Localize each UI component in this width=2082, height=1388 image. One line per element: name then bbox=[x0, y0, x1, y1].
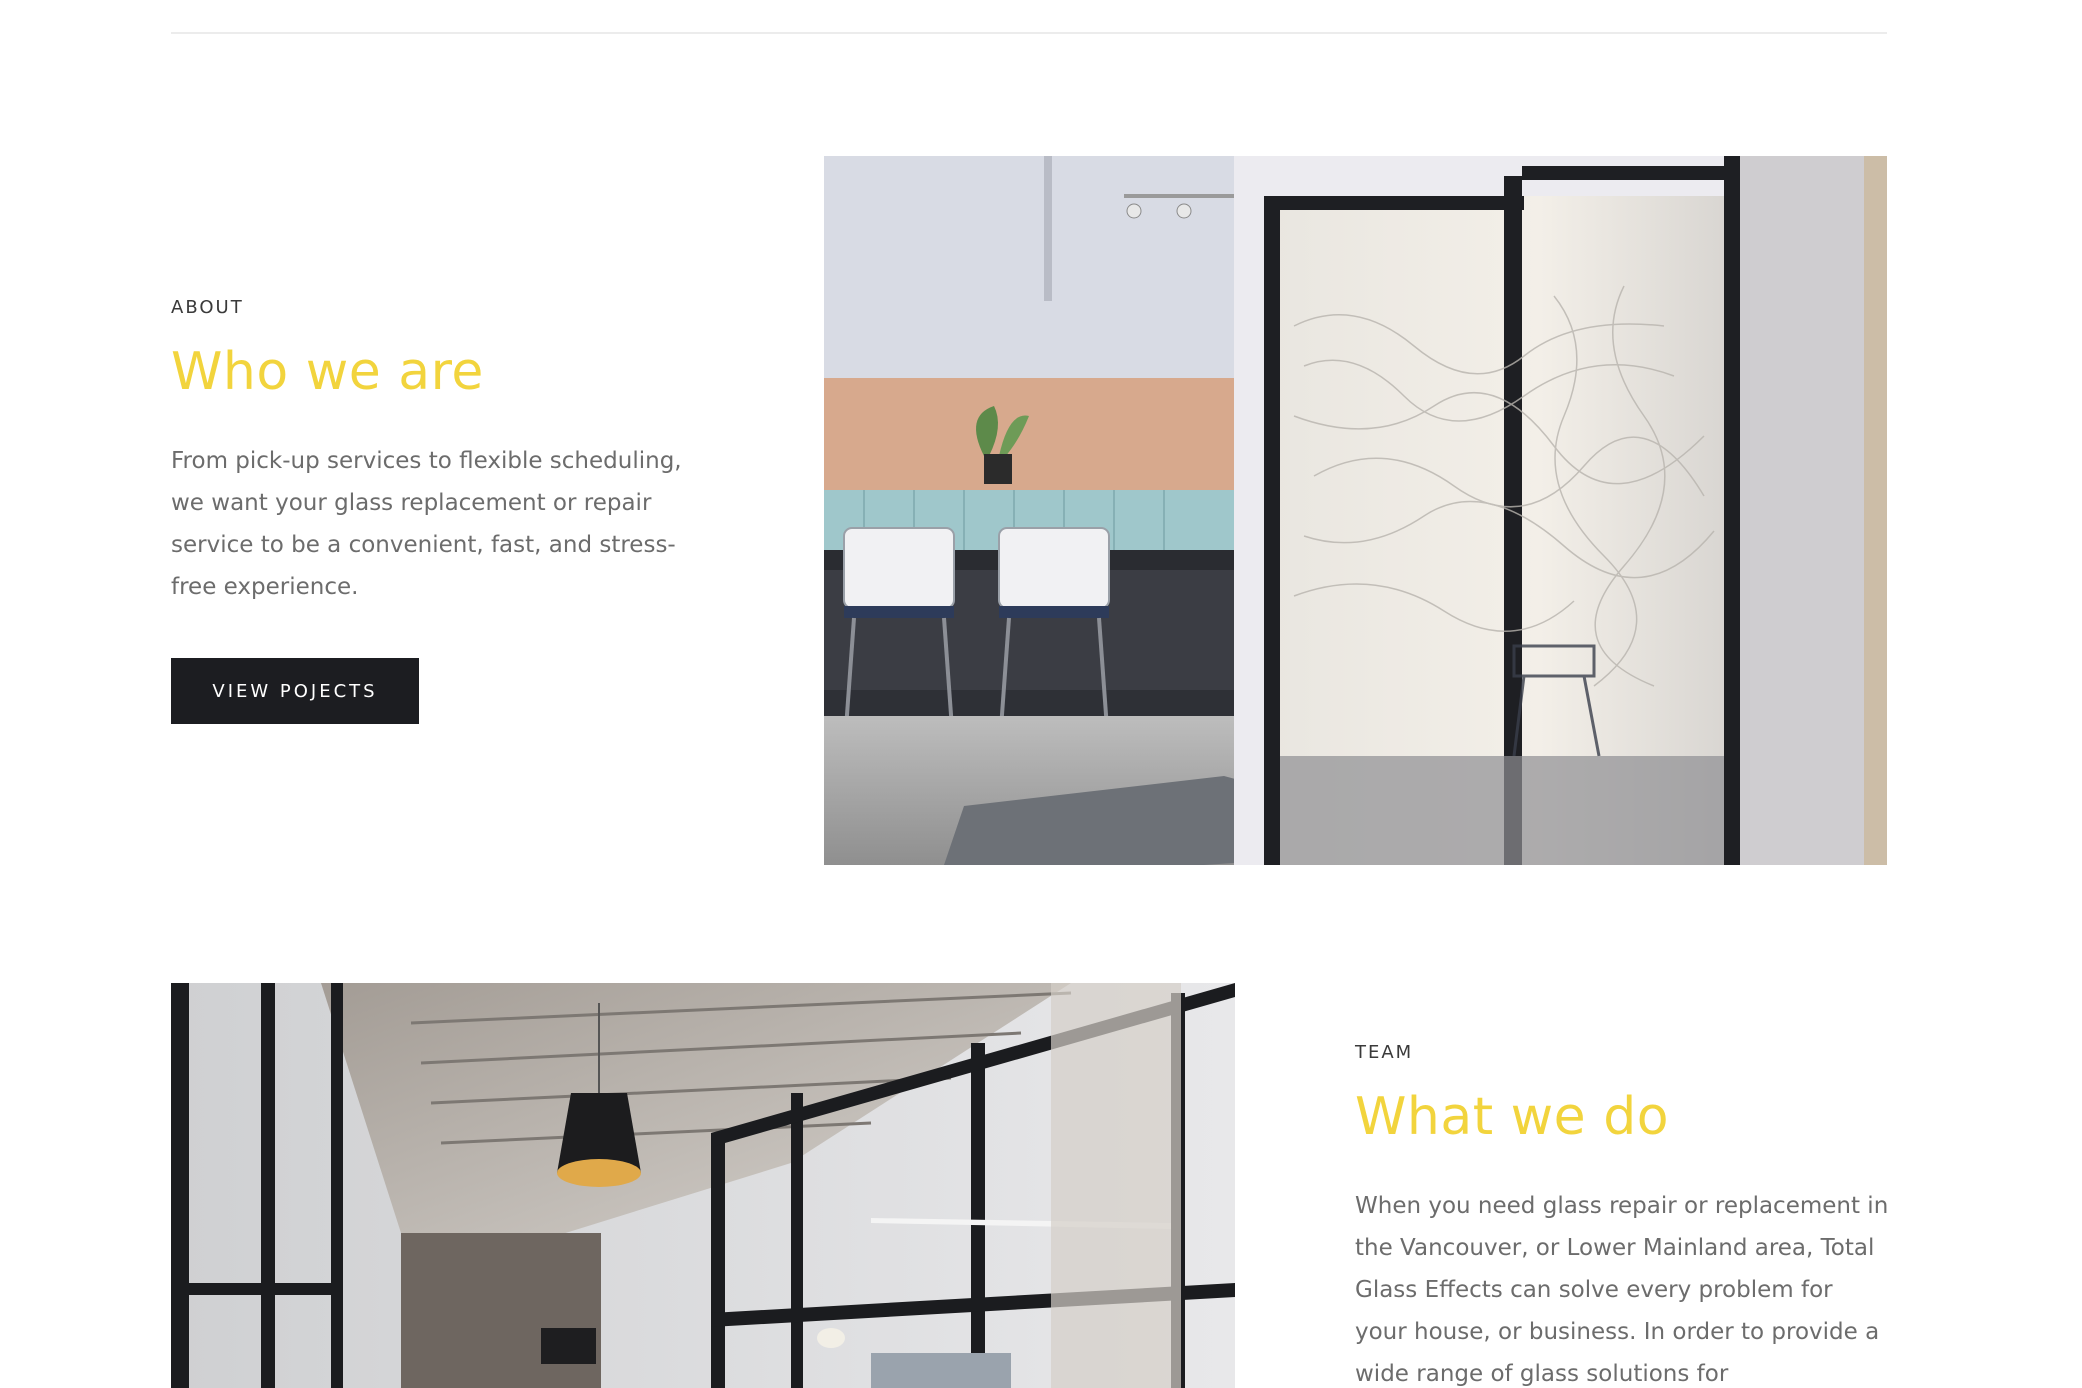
team-body: When you need glass repair or replacemen… bbox=[1355, 1193, 1889, 1387]
office-glass-door-photo bbox=[824, 156, 1887, 865]
view-projects-button[interactable]: VIEW POJECTS bbox=[171, 658, 419, 724]
team-eyebrow: TEAM bbox=[1355, 1042, 1414, 1063]
office-glass-door-image bbox=[824, 156, 1887, 865]
about-eyebrow: ABOUT bbox=[171, 297, 244, 318]
team-heading: What we do bbox=[1355, 1087, 1670, 1147]
team-text-block: TEAM What we do When you need glass repa… bbox=[1355, 1041, 1895, 1388]
about-body: From pick-up services to flexible schedu… bbox=[171, 448, 682, 600]
glass-hallway-photo bbox=[171, 983, 1235, 1388]
about-text-block: ABOUT Who we are From pick-up services t… bbox=[171, 296, 731, 724]
page: ABOUT Who we are From pick-up services t… bbox=[0, 0, 2082, 1388]
glass-hallway-image bbox=[171, 983, 1235, 1388]
about-heading: Who we are bbox=[171, 342, 484, 402]
divider bbox=[171, 32, 1887, 34]
